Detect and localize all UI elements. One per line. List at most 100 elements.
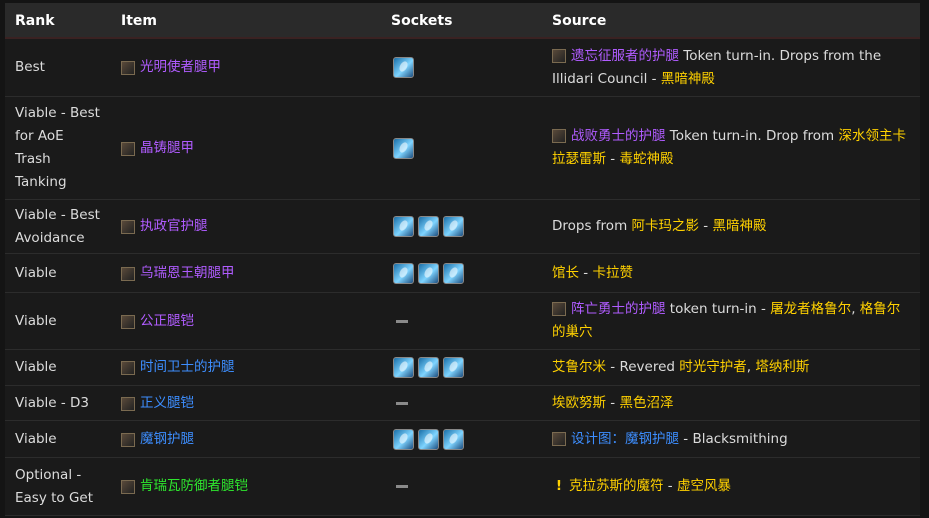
source-link[interactable]: 黑暗神殿 (661, 71, 715, 87)
token-icon (552, 129, 566, 143)
source-link[interactable]: 卡拉赞 (592, 265, 633, 281)
table-row: Viable - Best for AoE Trash Tanking 晶铸腿甲 战… (5, 97, 920, 200)
item-icon (121, 141, 135, 156)
item-link[interactable]: 乌瑞恩王朝腿甲 (140, 262, 235, 285)
source-link[interactable]: 艾鲁尔米 (552, 359, 606, 375)
source-text: - (606, 395, 620, 411)
rank-text: Optional - Easy to Get (15, 467, 94, 506)
table-row: Optional - Easy to Get 肯瑞瓦防御者腿铠 ! 克拉苏斯的魔符 -… (5, 458, 920, 516)
gem-socket-icon (393, 263, 414, 284)
source-link[interactable]: 设计图：魔钢护腿 (571, 431, 679, 447)
item-cell: 公正腿铠 (121, 310, 194, 333)
rank-text: Best (15, 59, 45, 75)
header-item: Item (121, 13, 157, 29)
rank-text: Viable (15, 359, 57, 375)
source-text: token turn-in - (665, 301, 771, 317)
source-link[interactable]: 馆长 (552, 265, 579, 281)
table-row: Viable - Best Avoidance 执政官护腿 Drops from 阿… (5, 200, 920, 254)
no-socket-dash (396, 402, 408, 405)
item-link[interactable]: 时间卫士的护腿 (140, 356, 235, 379)
sockets-cell (393, 429, 464, 450)
header-sockets: Sockets (391, 13, 453, 29)
source-link[interactable]: 阿卡玛之影 (632, 218, 700, 234)
sockets-cell (393, 57, 414, 78)
gem-socket-icon (443, 216, 464, 237)
source-link[interactable]: 遗忘征服者的护腿 (571, 48, 679, 64)
item-icon (121, 219, 135, 234)
item-cell: 执政官护腿 (121, 215, 208, 238)
rank-text: Viable - Best for AoE Trash Tanking (15, 105, 100, 190)
source-text: Token turn-in. Drop from (665, 128, 839, 144)
gem-socket-icon (393, 57, 414, 78)
item-icon (121, 432, 135, 447)
rank-text: Viable (15, 431, 57, 447)
item-cell: 时间卫士的护腿 (121, 356, 235, 379)
source-cell: 遗忘征服者的护腿 Token turn-in. Drops from the I… (552, 45, 912, 91)
table-header: Rank Item Sockets Source (5, 3, 920, 39)
rank-text: Viable (15, 313, 57, 329)
gem-socket-icon (418, 429, 439, 450)
source-cell: 艾鲁尔米 - Revered 时光守护者, 塔纳利斯 (552, 356, 912, 379)
source-text: - Blacksmithing (679, 431, 788, 447)
table-row: Viable 魔钢护腿 设计图：魔钢护腿 - Blacksmithing (5, 421, 920, 458)
sockets-cell (393, 485, 408, 488)
item-link[interactable]: 正义腿铠 (140, 392, 194, 415)
gem-socket-icon (443, 429, 464, 450)
sockets-cell (393, 402, 408, 405)
item-cell: 晶铸腿甲 (121, 137, 194, 160)
source-text: - (606, 151, 620, 167)
item-link[interactable]: 肯瑞瓦防御者腿铠 (140, 475, 248, 498)
item-icon (121, 360, 135, 375)
source-cell: 馆长 - 卡拉赞 (552, 262, 912, 285)
gem-socket-icon (443, 357, 464, 378)
item-link[interactable]: 晶铸腿甲 (140, 137, 194, 160)
item-cell: 正义腿铠 (121, 392, 194, 415)
source-link[interactable]: 虚空风暴 (677, 478, 731, 494)
source-link[interactable]: 屠龙者格鲁尔 (770, 301, 851, 317)
item-link[interactable]: 执政官护腿 (140, 215, 208, 238)
gem-socket-icon (418, 263, 439, 284)
source-link[interactable]: 毒蛇神殿 (619, 151, 673, 167)
sockets-cell (393, 357, 464, 378)
source-link[interactable]: 黑色沼泽 (619, 395, 673, 411)
item-icon (121, 314, 135, 329)
table-row: Best 光明使者腿甲 遗忘征服者的护腿 Token turn-in. Drops … (5, 39, 920, 97)
table-row: Viable 乌瑞恩王朝腿甲 馆长 - 卡拉赞 (5, 254, 920, 293)
token-icon (552, 432, 566, 446)
gem-socket-icon (393, 138, 414, 159)
source-cell: 阵亡勇士的护腿 token turn-in - 屠龙者格鲁尔, 格鲁尔的巢穴 (552, 298, 912, 344)
source-link[interactable]: 时光守护者 (679, 359, 747, 375)
source-text: - (579, 265, 593, 281)
gem-socket-icon (418, 216, 439, 237)
source-text: - Revered (606, 359, 680, 375)
source-link[interactable]: 黑暗神殿 (712, 218, 766, 234)
source-cell: ! 克拉苏斯的魔符 - 虚空风暴 (552, 475, 912, 498)
source-link[interactable]: 阵亡勇士的护腿 (571, 301, 666, 317)
item-icon (121, 479, 135, 494)
item-icon (121, 60, 135, 75)
rank-text: Viable (15, 265, 57, 281)
no-socket-dash (396, 320, 408, 323)
source-link[interactable]: 埃欧努斯 (552, 395, 606, 411)
source-link[interactable]: 塔纳利斯 (755, 359, 809, 375)
table-row: Viable - D3 正义腿铠 埃欧努斯 - 黑色沼泽 (5, 386, 920, 421)
item-link[interactable]: 魔钢护腿 (140, 428, 194, 451)
source-link[interactable]: 战败勇士的护腿 (571, 128, 666, 144)
sockets-cell (393, 216, 464, 237)
item-icon (121, 396, 135, 411)
token-icon (552, 49, 566, 63)
gem-socket-icon (418, 357, 439, 378)
source-cell: Drops from 阿卡玛之影 - 黑暗神殿 (552, 215, 912, 238)
source-link[interactable]: 克拉苏斯的魔符 (569, 478, 664, 494)
item-cell: 乌瑞恩王朝腿甲 (121, 262, 235, 285)
item-icon (121, 266, 135, 281)
item-cell: 魔钢护腿 (121, 428, 194, 451)
item-link[interactable]: 光明使者腿甲 (140, 56, 221, 79)
item-link[interactable]: 公正腿铠 (140, 310, 194, 333)
gem-socket-icon (393, 357, 414, 378)
item-cell: 光明使者腿甲 (121, 56, 221, 79)
source-text: , (851, 301, 860, 317)
gem-socket-icon (393, 216, 414, 237)
table-row: Viable 时间卫士的护腿 艾鲁尔米 - Revered 时光守护者, 塔纳利斯 (5, 350, 920, 386)
sockets-cell (393, 320, 408, 323)
